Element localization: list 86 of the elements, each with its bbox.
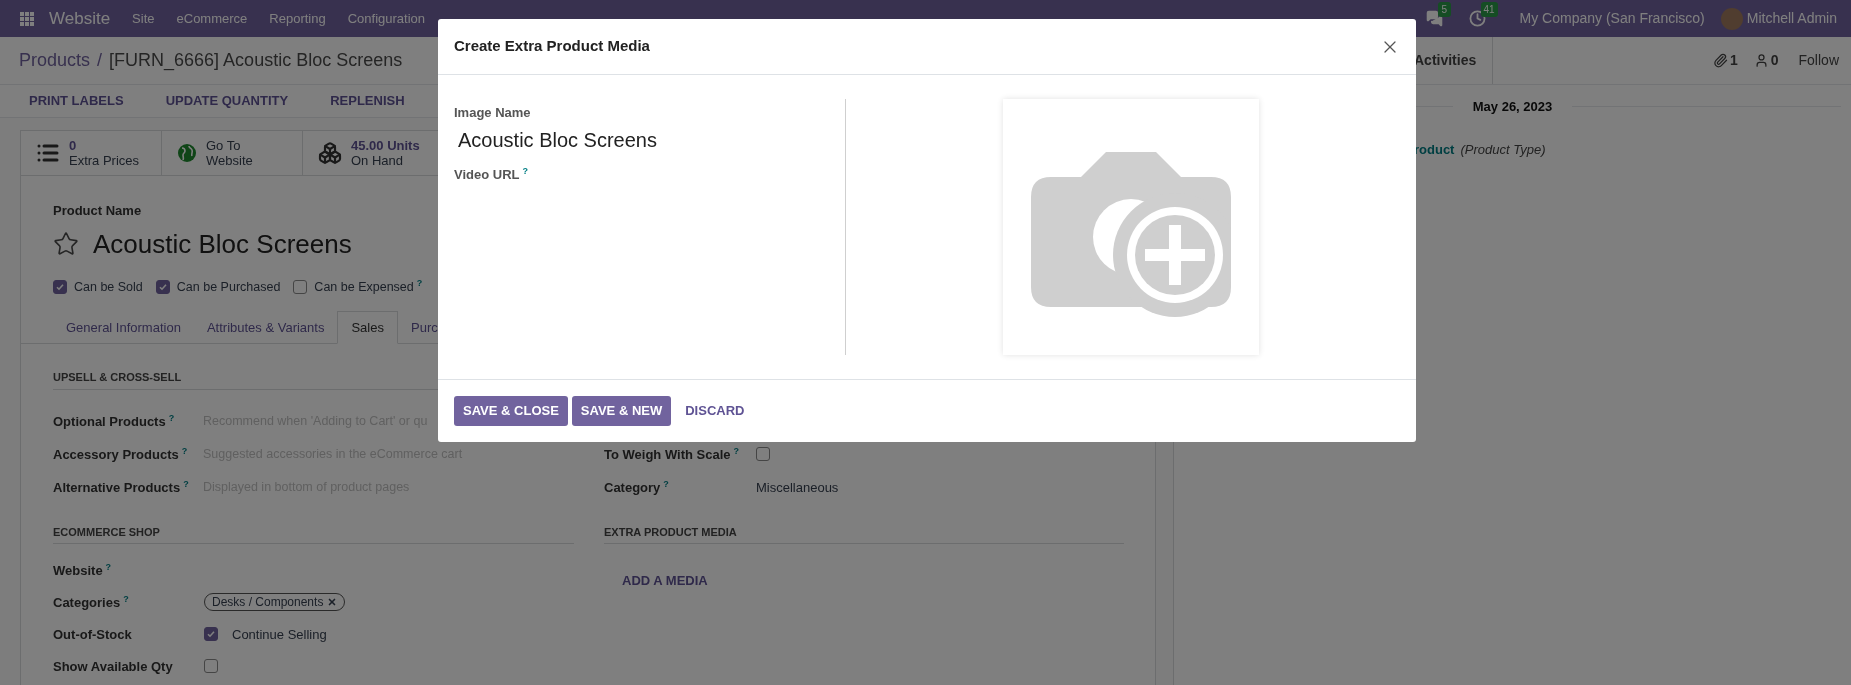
apps-menu-icon[interactable] xyxy=(20,11,34,26)
check-icon xyxy=(206,629,216,640)
stat-value: 45.00 Units xyxy=(351,138,420,153)
breadcrumb-current: [FURN_6666] Acoustic Bloc Screens xyxy=(109,49,403,73)
stat-button[interactable]: 0 Extra Prices xyxy=(21,131,162,175)
tab[interactable]: General Information xyxy=(53,311,194,345)
date-separator: May 26, 2023 xyxy=(1471,98,1554,116)
breadcrumb-link[interactable]: Products xyxy=(19,47,91,74)
help-mark[interactable]: ? xyxy=(123,594,129,604)
checkbox[interactable] xyxy=(155,279,170,294)
paperclip-icon[interactable] xyxy=(1712,53,1728,68)
action-button[interactable]: UPDATE QUANTITY xyxy=(155,91,299,111)
field-label: Product Name xyxy=(53,202,143,220)
message-note: (Product Type) xyxy=(1460,140,1546,159)
field-label: Optional Products $^{?}$ xyxy=(53,412,176,431)
follower-count[interactable]: 0 xyxy=(1770,50,1779,71)
company-switcher[interactable]: My Company (San Francisco) xyxy=(1519,8,1705,29)
help-mark[interactable]: ? xyxy=(522,166,528,176)
tab[interactable]: Purc xyxy=(398,311,451,345)
chat-icon[interactable] xyxy=(1425,10,1443,27)
image-name-field[interactable]: Acoustic Bloc Screens xyxy=(458,124,845,155)
checkbox[interactable] xyxy=(204,659,218,674)
checkbox[interactable] xyxy=(204,627,218,642)
stat-value: 0 xyxy=(69,138,78,153)
check-icon xyxy=(55,281,65,292)
help-mark[interactable]: ? xyxy=(183,479,189,489)
stat-label: Extra Prices xyxy=(69,153,140,168)
notification-badge: 41 xyxy=(1480,2,1498,17)
remove-icon[interactable] xyxy=(327,597,338,608)
section-title: EXTRA PRODUCT MEDIA xyxy=(604,523,1124,545)
breadcrumb-separator: / xyxy=(97,49,103,72)
product-name-field[interactable]: Acoustic Bloc Screens xyxy=(93,224,352,264)
field-label: Show Available Qty xyxy=(53,657,174,676)
menu-item[interactable]: Reporting xyxy=(269,8,326,29)
tab[interactable]: Sales xyxy=(337,311,398,345)
person-icon[interactable] xyxy=(1753,53,1769,68)
dialog-button[interactable]: SAVE & CLOSE xyxy=(454,396,568,426)
field-label: Image Name xyxy=(454,104,532,122)
field-label: Alternative Products $^{?}$ xyxy=(53,478,190,497)
attachment-count[interactable]: 1 xyxy=(1729,50,1738,71)
discard-button[interactable]: DISCARD xyxy=(675,396,755,426)
action-button[interactable]: REPLENISH xyxy=(320,91,415,111)
checkbox-label[interactable]: Can be Expensed $^{?}$ xyxy=(314,277,423,297)
menu-item[interactable]: Site xyxy=(132,8,155,29)
help-mark[interactable]: ? xyxy=(663,479,669,489)
app-name[interactable]: Website xyxy=(49,5,111,32)
checkbox-label[interactable]: Continue Selling xyxy=(232,624,327,644)
field-label: To Weigh With Scale $^{?}$ xyxy=(604,445,741,464)
add-media-link[interactable]: ADD A MEDIA xyxy=(622,571,708,591)
dialog-title: Create Extra Product Media xyxy=(454,36,650,57)
field-label: Out-of-Stock xyxy=(53,625,133,644)
section-title: ECOMMERCE SHOP xyxy=(53,523,574,545)
add-photo-icon xyxy=(1031,152,1231,317)
field-label: Video URL $^{?}$ xyxy=(454,165,529,184)
cubes-icon xyxy=(318,141,342,165)
checkbox[interactable] xyxy=(53,279,67,294)
help-mark[interactable]: ? xyxy=(105,562,112,572)
globe-icon xyxy=(177,143,197,163)
stat-value: Go To xyxy=(206,138,242,153)
message-link[interactable]: roduct xyxy=(1414,139,1455,159)
checkbox[interactable] xyxy=(293,279,308,294)
help-mark[interactable]: ? xyxy=(733,446,740,456)
stat-label: On Hand xyxy=(351,153,405,168)
field-value: Miscellaneous xyxy=(756,478,839,497)
menu-item[interactable]: Configuration xyxy=(347,8,425,29)
tab[interactable]: Attributes & Variants xyxy=(193,311,338,345)
help-mark[interactable]: ? xyxy=(416,278,423,288)
user-menu[interactable]: Mitchell Admin xyxy=(1746,8,1837,29)
dialog-button[interactable]: SAVE & NEW xyxy=(571,396,672,426)
field-label: Categories $^{?}$ xyxy=(53,593,130,612)
stat-label: Website xyxy=(206,153,253,168)
follow-button[interactable]: Follow xyxy=(1798,50,1839,71)
help-mark[interactable]: ? xyxy=(181,446,188,456)
field-label: Website $^{?}$ xyxy=(53,561,113,580)
checkbox-label[interactable]: Can be Sold xyxy=(74,277,143,297)
check-icon xyxy=(157,281,168,292)
checkbox-label[interactable]: Can be Purchased xyxy=(176,277,281,297)
field-label: Category $^{?}$ xyxy=(604,478,670,497)
menu-item[interactable]: eCommerce xyxy=(176,8,248,29)
favorite-star-icon[interactable] xyxy=(53,231,79,257)
stat-button[interactable]: Go To Website xyxy=(162,131,303,175)
notification-badge: 5 xyxy=(1437,2,1452,17)
action-button[interactable]: PRINT LABELS xyxy=(19,91,134,111)
checkbox[interactable] xyxy=(756,447,770,462)
help-mark[interactable]: ? xyxy=(168,413,175,423)
field-label: Accessory Products $^{?}$ xyxy=(53,445,189,464)
